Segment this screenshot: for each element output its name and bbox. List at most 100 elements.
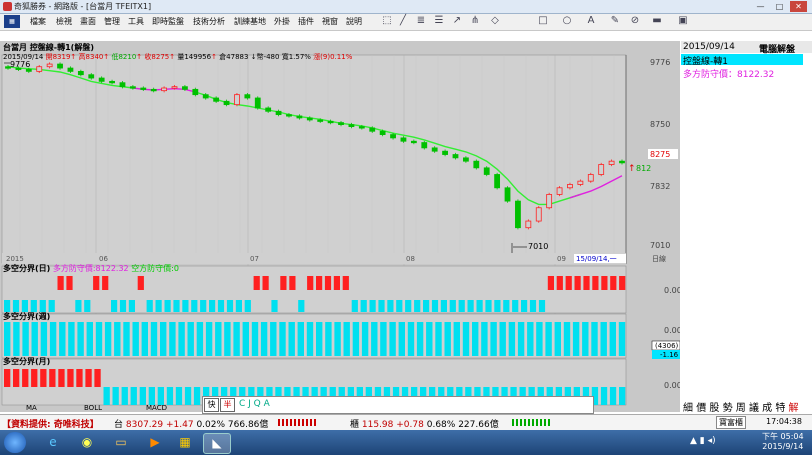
folder-icon[interactable]: ▦ — [172, 433, 198, 452]
fibonacci-icon[interactable]: ☰ — [432, 15, 446, 26]
btn-detail[interactable]: 細 — [683, 403, 693, 414]
menu-addon[interactable]: 外掛 — [274, 16, 290, 27]
trend-bar — [226, 300, 234, 312]
ie-icon[interactable]: e — [40, 433, 66, 452]
grid-icon[interactable]: ⊘ — [628, 15, 642, 26]
candlestick-chart[interactable]: 9776 7010 9776 8750 8275 7832 7010 812 ↑… — [0, 41, 680, 412]
x-label-2015: 2015 — [6, 255, 24, 263]
candle-body — [431, 147, 438, 152]
trend-bar — [191, 300, 198, 312]
candle-body — [67, 67, 74, 72]
menu-tools[interactable]: 工具 — [128, 16, 144, 27]
trend-bar — [103, 387, 110, 405]
tab-boll[interactable]: BOLL — [84, 404, 102, 412]
ellipse-icon[interactable]: □ — [536, 15, 550, 26]
trend-bar — [517, 322, 525, 356]
taiex-change: +1.47 — [165, 420, 194, 430]
candle-body — [338, 122, 344, 125]
btn-trend[interactable]: 勢 — [723, 403, 733, 414]
current-price-side: 812 — [636, 164, 651, 173]
y-tick-7832: 7832 — [650, 182, 670, 191]
trend-bar — [583, 276, 590, 290]
minimize-button[interactable]: — — [752, 1, 769, 12]
clock[interactable]: 下午 05:04 2015/9/14 — [762, 432, 804, 452]
taiex-quote: 台 8307.29 +1.47 0.02% 766.86億 — [114, 417, 268, 430]
btn-week[interactable]: 周 — [736, 403, 746, 414]
palette-icon[interactable]: ✎ — [608, 15, 622, 26]
rectangle-icon[interactable]: ◇ — [488, 15, 502, 26]
trend-bar — [378, 300, 385, 312]
command-input[interactable]: C J Q A — [239, 399, 270, 409]
chrome-icon[interactable]: ◉ — [74, 433, 100, 452]
trend-bar — [40, 369, 47, 387]
trend-bar — [610, 276, 617, 290]
candle-body — [244, 94, 251, 99]
trend-bar — [77, 322, 84, 356]
tab-macd[interactable]: MACD — [146, 404, 167, 412]
menu-plugin[interactable]: 插件 — [298, 16, 314, 27]
color-icon[interactable]: ▬ — [650, 15, 664, 26]
parallel-icon[interactable]: ≣ — [414, 15, 428, 26]
media-icon[interactable]: ▶ — [142, 433, 168, 452]
explorer-icon[interactable]: ▭ — [108, 433, 134, 452]
btn-discuss[interactable]: 議 — [749, 403, 759, 414]
menu-file[interactable]: 檔案 — [30, 16, 46, 27]
menu-screen[interactable]: 畫面 — [80, 16, 96, 27]
menu-window[interactable]: 視窗 — [322, 16, 338, 27]
line-icon[interactable]: ╱ — [396, 15, 410, 26]
account-label[interactable]: 寶富櫃 — [716, 416, 746, 429]
start-button[interactable] — [4, 432, 26, 453]
otc-change: +0.78 — [396, 420, 424, 430]
arrow-icon[interactable]: ↗ — [450, 15, 464, 26]
btn-price[interactable]: 價 — [696, 403, 706, 414]
chart-app-icon[interactable]: ◣ — [203, 433, 231, 454]
candle-body — [421, 142, 428, 149]
y-tick-7010: 7010 — [650, 241, 670, 250]
trend-bar — [458, 300, 465, 312]
save-icon[interactable]: ▣ — [676, 15, 690, 26]
menu-realtime[interactable]: 即時監盤 — [152, 16, 184, 27]
candle-body — [327, 120, 334, 124]
trend-bar — [164, 300, 171, 312]
trend-bar — [13, 322, 20, 356]
candle — [587, 172, 594, 183]
trend-bar — [361, 322, 369, 356]
command-box[interactable]: 快 半 C J Q A — [202, 396, 594, 414]
trend-bar — [67, 369, 74, 387]
pitchfork-icon[interactable]: ⋔ — [468, 15, 482, 26]
menu-training[interactable]: 訓練基地 — [234, 16, 266, 27]
menu-help[interactable]: 說明 — [346, 16, 362, 27]
tray-icons[interactable]: ▲ ▮ ◂) — [690, 436, 740, 448]
candle-body — [234, 94, 240, 106]
btn-stock[interactable]: 股 — [709, 403, 719, 414]
trend-bar — [431, 300, 439, 312]
trend-bar — [316, 322, 323, 356]
eraser-icon[interactable]: A — [584, 15, 598, 26]
trend-bar — [582, 322, 589, 356]
half-button[interactable]: 半 — [220, 398, 235, 412]
select-icon[interactable]: ⬚ — [380, 15, 394, 26]
menu-view[interactable]: 檢視 — [56, 16, 72, 27]
trend-bar — [244, 300, 251, 312]
app-menu-icon[interactable]: ▦ — [4, 15, 20, 28]
menu-manage[interactable]: 管理 — [104, 16, 120, 27]
low-price-label: 7010 — [528, 242, 548, 251]
trend-bar — [600, 387, 608, 405]
maximize-button[interactable]: □ — [771, 1, 788, 12]
tab-ma[interactable]: MA — [26, 404, 37, 412]
text-icon[interactable]: ○ — [560, 15, 574, 26]
sub2-axis-value2: -1.16 — [660, 351, 679, 359]
btn-volume[interactable]: 成 — [762, 403, 772, 414]
menu-technical[interactable]: 技術分析 — [193, 16, 225, 27]
fast-button[interactable]: 快 — [204, 398, 219, 412]
chart-area[interactable]: 9776 7010 9776 8750 8275 7832 7010 812 ↑… — [0, 41, 680, 414]
y-tick-9776: 9776 — [650, 58, 670, 67]
trend-bar — [280, 276, 287, 290]
trend-bar — [84, 300, 91, 312]
btn-special[interactable]: 特 — [775, 403, 785, 414]
btn-solve[interactable]: 解 — [789, 403, 799, 414]
trend-bar — [297, 322, 304, 356]
trend-bar — [521, 300, 528, 312]
trend-bar — [563, 322, 571, 356]
close-button[interactable]: ✕ — [790, 1, 807, 12]
